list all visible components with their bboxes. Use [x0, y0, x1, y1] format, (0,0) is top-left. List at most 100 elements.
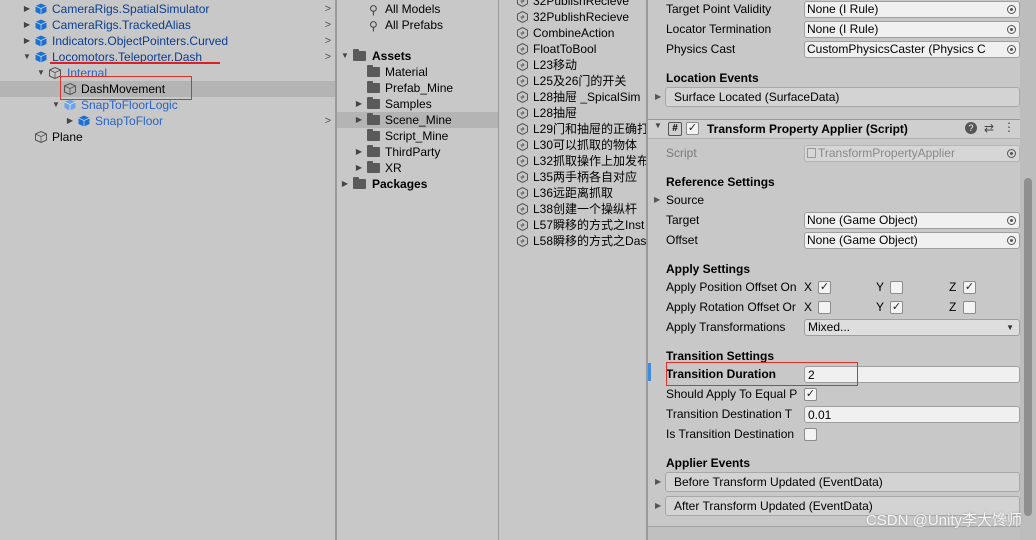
apply-rotation-y-checkbox[interactable]: ✓: [890, 301, 903, 314]
project-folder-item[interactable]: Material: [337, 64, 498, 80]
project-file-item[interactable]: # L25及26门的开关: [499, 73, 646, 89]
expand-arrow-icon[interactable]: ▶: [354, 160, 364, 176]
object-picker-icon[interactable]: [1007, 236, 1016, 245]
expand-arrow-icon[interactable]: ▶: [655, 497, 661, 515]
project-file-item[interactable]: # FloatToBool: [499, 41, 646, 57]
chevron-right-icon[interactable]: >: [325, 1, 331, 17]
expand-arrow-icon[interactable]: ▶: [655, 88, 661, 106]
collapse-arrow-icon[interactable]: ▼: [654, 121, 662, 130]
apply-position-z-checkbox[interactable]: ✓: [963, 281, 976, 294]
csharp-script-icon: #: [517, 59, 528, 71]
project-folder-item[interactable]: ▶ XR: [337, 160, 498, 176]
chevron-right-icon[interactable]: >: [325, 33, 331, 49]
project-file-item[interactable]: # L58瞬移的方式之Das: [499, 233, 646, 249]
property-row: Apply Transformations Mixed... ▼: [648, 318, 1036, 336]
hierarchy-item[interactable]: ▶ CameraRigs.SpatialSimulator >: [0, 1, 335, 17]
project-folder-item[interactable]: ▶ Packages: [337, 176, 498, 192]
hierarchy-item[interactable]: ▶ SnapToFloor >: [0, 113, 335, 129]
collapse-arrow-icon[interactable]: ▼: [51, 97, 61, 113]
apply-rotation-z-checkbox[interactable]: [963, 301, 976, 314]
property-label: Transition Destination T: [666, 407, 793, 421]
property-foldout[interactable]: ▶ Source: [648, 191, 1036, 209]
expand-arrow-icon[interactable]: ▶: [22, 1, 32, 17]
property-row: Offset None (Game Object): [648, 231, 1036, 249]
expand-arrow-icon[interactable]: ▶: [654, 191, 660, 209]
object-field[interactable]: CustomPhysicsCaster (Physics C: [804, 41, 1020, 58]
csharp-script-icon: #: [517, 123, 528, 135]
chevron-right-icon[interactable]: >: [325, 113, 331, 129]
inspector-scrollbar[interactable]: [1020, 0, 1036, 540]
prefab-cube-icon: [64, 99, 76, 111]
hierarchy-item[interactable]: ▼ SnapToFloorLogic: [0, 97, 335, 113]
object-picker-icon[interactable]: [1007, 25, 1016, 34]
destination-threshold-input[interactable]: [804, 406, 1020, 423]
project-file-item[interactable]: # L32抓取操作上加发布: [499, 153, 646, 169]
project-file-item[interactable]: # L28抽屉: [499, 105, 646, 121]
expand-arrow-icon[interactable]: ▶: [354, 112, 364, 128]
folder-icon: [353, 177, 366, 189]
object-picker-icon[interactable]: [1007, 5, 1016, 14]
property-label: Target Point Validity: [666, 2, 772, 16]
kebab-menu-icon[interactable]: ⋮: [1003, 120, 1015, 134]
help-icon[interactable]: ?: [965, 122, 977, 134]
collapse-arrow-icon[interactable]: ▼: [36, 65, 46, 81]
object-field[interactable]: None (Game Object): [804, 232, 1020, 249]
apply-position-y-checkbox[interactable]: [890, 281, 903, 294]
expand-arrow-icon[interactable]: ▶: [340, 176, 350, 192]
should-apply-checkbox[interactable]: ✓: [804, 388, 817, 401]
project-folder-item[interactable]: Prefab_Mine: [337, 80, 498, 96]
expand-arrow-icon[interactable]: ▶: [22, 33, 32, 49]
chevron-right-icon[interactable]: >: [325, 17, 331, 33]
project-item-label: Material: [385, 65, 428, 79]
project-folder-item[interactable]: ▶ ThirdParty: [337, 144, 498, 160]
object-field[interactable]: None (Game Object): [804, 212, 1020, 229]
object-picker-icon[interactable]: [1007, 216, 1016, 225]
project-file-item[interactable]: # L36远距离抓取: [499, 185, 646, 201]
project-file-item[interactable]: #32PublishRecieve: [499, 9, 646, 25]
project-file-item[interactable]: # L30可以抓取的物体: [499, 137, 646, 153]
apply-position-x-checkbox[interactable]: ✓: [818, 281, 831, 294]
csharp-script-icon: #: [517, 203, 528, 215]
project-file-item[interactable]: # L35两手柄各自对应: [499, 169, 646, 185]
svg-text:#: #: [520, 239, 525, 246]
expand-arrow-icon[interactable]: ▶: [22, 17, 32, 33]
project-folder-item-selected[interactable]: ▶ Scene_Mine: [337, 112, 498, 128]
object-field[interactable]: None (I Rule): [804, 1, 1020, 18]
object-picker-icon[interactable]: [1007, 45, 1016, 54]
project-file-item[interactable]: # L28抽屉 _SpicalSim: [499, 89, 646, 105]
project-search-item[interactable]: ⚲ All Models: [337, 1, 498, 17]
project-file-label: L25及26门的开关: [533, 74, 627, 88]
project-file-item[interactable]: # L57瞬移的方式之Inst: [499, 217, 646, 233]
project-file-item[interactable]: #32PublishRecieve: [499, 0, 646, 9]
project-file-item[interactable]: # L29门和抽屉的正确打: [499, 121, 646, 137]
component-enabled-checkbox[interactable]: ✓: [686, 122, 699, 135]
annotation-highlight-box: [666, 362, 858, 386]
project-file-item[interactable]: # L23移动: [499, 57, 646, 73]
section-title: Location Events: [666, 71, 759, 85]
component-header[interactable]: ▼ # ✓ Transform Property Applier (Script…: [648, 119, 1020, 139]
scrollbar-thumb[interactable]: [1024, 178, 1032, 516]
presets-icon[interactable]: ⇄: [984, 121, 994, 135]
expand-arrow-icon[interactable]: ▶: [354, 144, 364, 160]
project-file-item[interactable]: # CombineAction: [499, 25, 646, 41]
apply-transformations-dropdown[interactable]: Mixed... ▼: [804, 319, 1020, 336]
project-folder-item[interactable]: Script_Mine: [337, 128, 498, 144]
apply-rotation-x-checkbox[interactable]: [818, 301, 831, 314]
hierarchy-item[interactable]: ▶ CameraRigs.TrackedAlias >: [0, 17, 335, 33]
object-field[interactable]: None (I Rule): [804, 21, 1020, 38]
project-search-item[interactable]: ⚲ All Prefabs: [337, 17, 498, 33]
event-foldout[interactable]: ▶ Surface Located (SurfaceData): [655, 87, 1020, 107]
expand-arrow-icon[interactable]: ▶: [655, 473, 661, 491]
project-file-item[interactable]: # L38创建一个操纵杆: [499, 201, 646, 217]
collapse-arrow-icon[interactable]: ▼: [340, 48, 350, 64]
project-folder-item[interactable]: ▼ Assets: [337, 48, 498, 64]
collapse-arrow-icon[interactable]: ▼: [22, 49, 32, 65]
project-folder-item[interactable]: ▶ Samples: [337, 96, 498, 112]
event-foldout[interactable]: ▶ Before Transform Updated (EventData): [655, 472, 1020, 492]
is-transition-destination-checkbox[interactable]: [804, 428, 817, 441]
expand-arrow-icon[interactable]: ▶: [354, 96, 364, 112]
hierarchy-item[interactable]: Plane: [0, 129, 335, 145]
chevron-right-icon[interactable]: >: [325, 49, 331, 65]
hierarchy-item[interactable]: ▶ Indicators.ObjectPointers.Curved >: [0, 33, 335, 49]
expand-arrow-icon[interactable]: ▶: [65, 113, 75, 129]
